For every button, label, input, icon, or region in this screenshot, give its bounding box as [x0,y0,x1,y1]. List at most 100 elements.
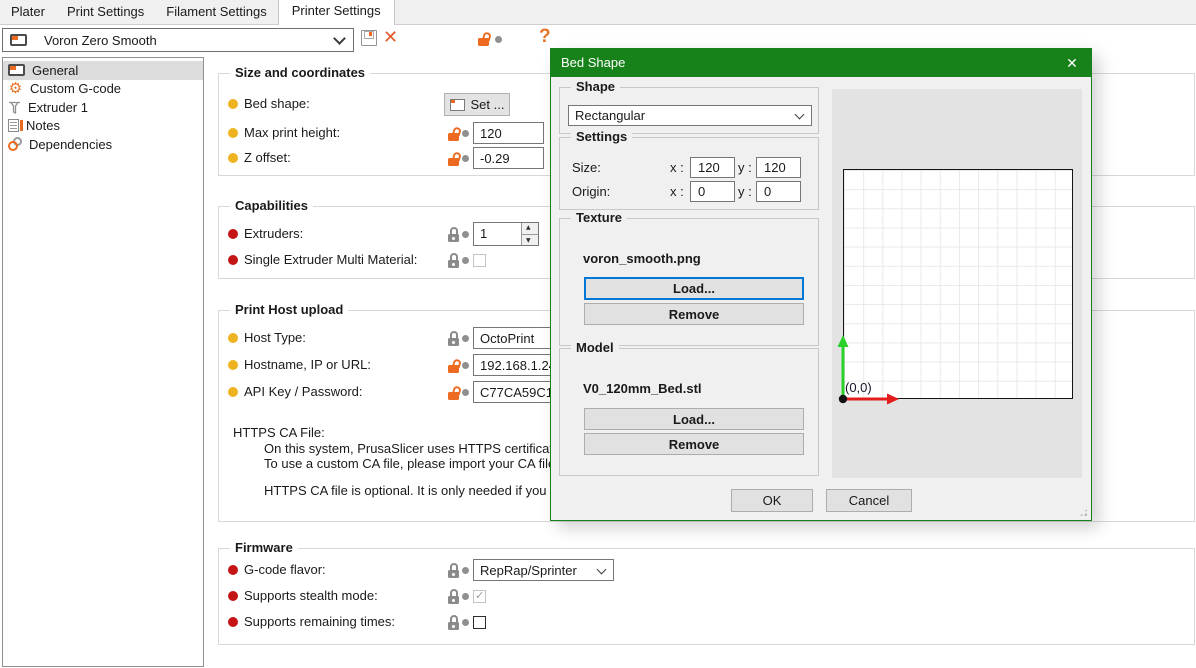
toolbar-unlock-icon[interactable] [478,31,491,46]
resize-grip[interactable] [1079,508,1088,517]
max-print-height-label: Max print height: [244,125,340,140]
attention-dot [228,153,238,163]
attention-dot [228,591,238,601]
bed-shape-dialog: Bed Shape Shape Rectangular Settings Siz… [550,48,1092,521]
max-print-height-input[interactable]: 120 [473,122,544,144]
lock-icon[interactable] [448,331,461,346]
unlock-icon[interactable] [448,151,461,166]
hostname-label: Hostname, IP or URL: [244,357,371,372]
remaining-times-checkbox[interactable] [473,616,486,629]
z-offset-label: Z offset: [244,150,291,165]
model-load-button[interactable]: Load... [584,408,804,430]
dot-indicator [462,593,469,600]
help-icon[interactable] [539,26,551,48]
sidebar-item-label: Custom G-code [30,81,121,96]
attention-dot [228,387,238,397]
origin-label: Origin: [572,184,610,199]
size-y-input[interactable]: 120 [756,157,801,178]
group-title: Texture [571,210,627,225]
lock-icon[interactable] [448,253,461,268]
cancel-button[interactable]: Cancel [826,489,912,512]
attention-dot [228,565,238,575]
notes-icon [8,119,19,132]
ok-button[interactable]: OK [731,489,813,512]
settings-sidebar: General Custom G-code Extruder 1 Notes D… [2,57,204,667]
save-preset-icon[interactable] [361,30,377,46]
chevron-down-icon [333,32,346,45]
close-icon[interactable] [1053,49,1091,77]
printer-settings-window: Plater Print Settings Filament Settings … [0,0,1196,668]
preset-combobox[interactable]: Voron Zero Smooth [2,28,354,52]
shape-select[interactable]: Rectangular [568,105,812,126]
unlock-icon[interactable] [448,358,461,373]
extruder-funnel-icon [8,101,21,114]
dialog-titlebar[interactable]: Bed Shape [551,49,1091,77]
lock-icon[interactable] [448,227,461,242]
https-ca-line: HTTPS CA file is optional. It is only ne… [264,483,557,498]
lock-icon[interactable] [448,563,461,578]
dot-indicator [462,155,469,162]
bed-shape-label: Bed shape: [244,96,310,111]
delete-preset-icon[interactable] [383,27,403,47]
dependencies-icon [8,137,22,151]
texture-remove-button[interactable]: Remove [584,303,804,325]
dot-indicator [462,362,469,369]
tab-plater[interactable]: Plater [0,0,56,24]
texture-load-button[interactable]: Load... [584,277,804,300]
gcode-flavor-label: G-code flavor: [244,562,326,577]
sidebar-item-custom-gcode[interactable]: Custom G-code [3,80,203,99]
gcode-flavor-value: RepRap/Sprinter [480,563,577,578]
gcode-flavor-select[interactable]: RepRap/Sprinter [473,559,614,581]
chevron-down-icon [795,110,805,120]
y-label: y : [738,160,752,175]
spinner-buttons [521,223,538,245]
sidebar-item-extruder-1[interactable]: Extruder 1 [3,98,203,117]
dot-indicator [462,231,469,238]
origin-axes-icon [832,329,932,409]
group-title: Shape [571,79,620,94]
tab-printer-settings[interactable]: Printer Settings [278,0,395,25]
tab-filament-settings[interactable]: Filament Settings [155,0,277,24]
dot-indicator [462,619,469,626]
group-title: Settings [571,129,632,144]
attention-dot [228,617,238,627]
origin-y-input[interactable]: 0 [756,181,801,202]
sidebar-item-notes[interactable]: Notes [3,117,203,136]
extruders-label: Extruders: [244,226,303,241]
unlock-icon[interactable] [448,126,461,141]
semm-checkbox[interactable] [473,254,486,267]
main-tabbar: Plater Print Settings Filament Settings … [0,0,1196,25]
sidebar-item-general[interactable]: General [3,61,203,80]
group-firmware: Firmware G-code flavor: RepRap/Sprinter … [218,548,1195,645]
model-remove-button[interactable]: Remove [584,433,804,455]
tab-print-settings[interactable]: Print Settings [56,0,155,24]
extruders-spinner[interactable]: 1 [473,222,539,246]
size-label: Size: [572,160,601,175]
lock-icon[interactable] [448,589,461,604]
attention-dot [228,333,238,343]
texture-group: Texture voron_smooth.png Load... Remove [559,218,819,346]
stealth-mode-checkbox[interactable] [473,590,486,603]
spin-up-icon[interactable] [522,223,538,235]
sidebar-item-label: Notes [26,118,60,133]
x-label: x : [670,184,684,199]
set-button-label: Set ... [471,97,505,112]
sidebar-item-dependencies[interactable]: Dependencies [3,135,203,154]
lock-icon[interactable] [448,615,461,630]
dot-indicator [462,389,469,396]
dot-indicator [462,567,469,574]
settings-group: Settings Size: x : 120 y : 120 Origin: x… [559,137,819,210]
spin-down-icon[interactable] [522,235,538,246]
sidebar-item-label: Dependencies [29,137,112,152]
bed-shape-set-button[interactable]: Set ... [444,93,510,116]
origin-x-input[interactable]: 0 [690,181,735,202]
size-x-input[interactable]: 120 [690,157,735,178]
printer-preset-icon [10,34,27,46]
printer-bed-icon [8,64,25,76]
y-label: y : [738,184,752,199]
group-title: Firmware [230,540,298,555]
unlock-icon[interactable] [448,385,461,400]
dot-indicator [462,335,469,342]
z-offset-input[interactable]: -0.29 [473,147,544,169]
model-group: Model V0_120mm_Bed.stl Load... Remove [559,348,819,476]
